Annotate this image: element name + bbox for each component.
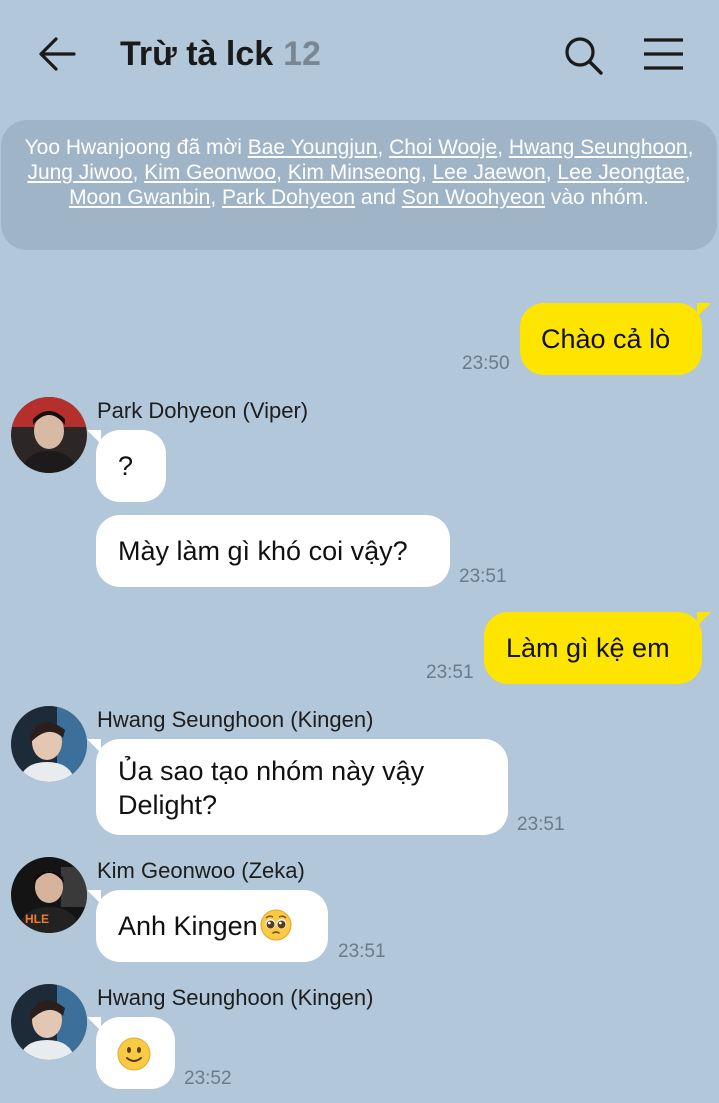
message-text: Anh Kingen [118, 911, 258, 941]
message-text: Chào cả lò [541, 324, 671, 354]
invite-notice: Yoo Hwanjoong đã mời Bae Youngjun, Choi … [1, 120, 717, 250]
and-word: and [360, 186, 396, 209]
invitee-link[interactable]: Park Dohyeon [222, 186, 355, 209]
svg-text:HLE: HLE [25, 912, 49, 926]
chat-title: Trừ tà lck 12 [120, 35, 321, 74]
search-button[interactable] [562, 34, 606, 78]
my-message-bubble[interactable]: Chào cả lò [520, 303, 711, 375]
arrow-left-icon [39, 37, 76, 71]
back-button[interactable] [36, 34, 80, 74]
message-bubble[interactable]: ? [87, 430, 166, 502]
member-count: 12 [283, 35, 321, 73]
chat-name: Trừ tà lck [120, 35, 274, 73]
avatar-kingen[interactable] [11, 706, 87, 782]
message-time: 23:51 [426, 662, 474, 683]
pleading-face-emoji [260, 909, 292, 941]
message-time: 23:51 [459, 566, 507, 587]
message-text-line: Delight? [118, 790, 218, 820]
invitee-link[interactable]: Bae Youngjun [248, 136, 378, 159]
avatar-viper[interactable] [11, 397, 87, 473]
message-bubble[interactable]: Anh Kingen [87, 890, 328, 962]
my-message-bubble[interactable]: Làm gì kệ em [484, 612, 711, 684]
message-text: ? [118, 451, 134, 481]
invite-suffix: vào nhóm. [550, 186, 649, 209]
avatar-image: HLE [11, 857, 87, 933]
message-time: 23:51 [517, 814, 565, 835]
invitee-link[interactable]: Lee Jeongtae [557, 161, 684, 184]
inviter-name: Yoo Hwanjoong [24, 136, 171, 159]
invitee-link[interactable]: Kim Minseong [288, 161, 421, 184]
message-time: 23:50 [462, 353, 510, 374]
chat-header: Trừ tà lck 12 [0, 0, 719, 110]
menu-button[interactable] [642, 36, 686, 76]
message-text: Mày làm gì khó coi vậy? [118, 536, 408, 566]
avatar-image [11, 706, 87, 782]
sender-name: Park Dohyeon (Viper) [97, 398, 309, 423]
sender-name: Hwang Seunghoon (Kingen) [97, 707, 374, 732]
sender-name: Hwang Seunghoon (Kingen) [97, 985, 374, 1010]
search-icon [565, 37, 603, 75]
invitee-link[interactable]: Choi Wooje [389, 136, 497, 159]
message-bubble[interactable]: Ủa sao tạo nhóm này vậy Delight? [87, 739, 508, 835]
invitee-link[interactable]: Hwang Seunghoon [509, 136, 688, 159]
invitee-link[interactable]: Lee Jaewon [432, 161, 545, 184]
message-time: 23:52 [184, 1068, 232, 1089]
message-text-line: Ủa sao tạo nhóm này vậy [118, 756, 425, 786]
avatar-image [11, 984, 87, 1060]
message-text: Làm gì kệ em [506, 633, 670, 663]
slightly-smiling-face-emoji [117, 1037, 151, 1071]
avatar-kingen[interactable] [11, 984, 87, 1060]
invitee-link[interactable]: Jung Jiwoo [27, 161, 132, 184]
invite-verb: đã mời [176, 136, 242, 159]
message-bubble[interactable]: Mày làm gì khó coi vậy? [96, 515, 450, 587]
avatar-zeka[interactable]: HLE [11, 857, 87, 933]
invitee-link[interactable]: Son Woohyeon [402, 186, 545, 209]
menu-icon [644, 38, 683, 70]
message-bubble[interactable] [87, 1017, 175, 1089]
invitee-link[interactable]: Kim Geonwoo [144, 161, 276, 184]
sender-name: Kim Geonwoo (Zeka) [97, 858, 305, 883]
avatar-image [11, 397, 87, 473]
invitee-link[interactable]: Moon Gwanbin [69, 186, 210, 209]
message-time: 23:51 [338, 941, 386, 962]
